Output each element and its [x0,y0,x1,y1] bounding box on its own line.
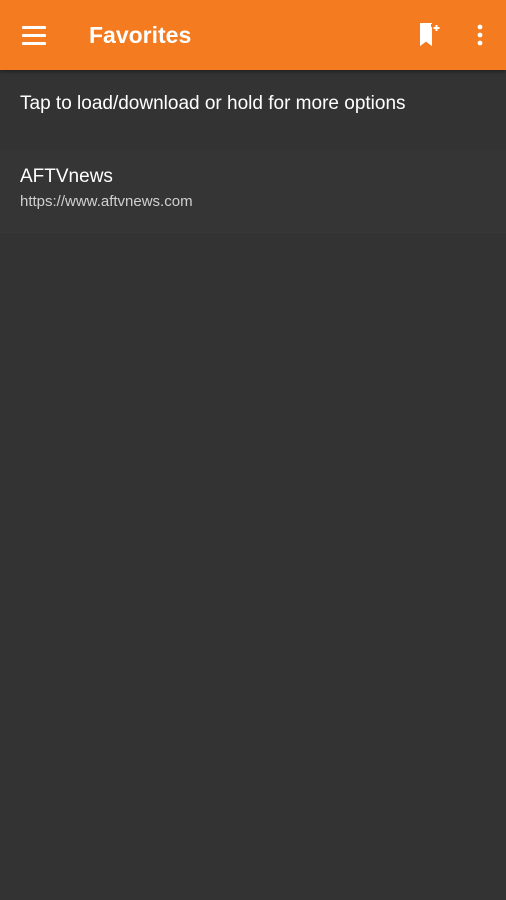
hamburger-menu-icon-line [22,33,46,37]
more-vertical-icon [477,24,483,46]
favorite-list-item[interactable]: AFTVnews https://www.aftvnews.com [0,150,506,233]
favorites-screen: Favorites Tap to load/download or hold f… [0,0,506,900]
hamburger-menu-icon [22,25,46,29]
app-bar: Favorites [0,0,506,70]
instructions-text: Tap to load/download or hold for more op… [20,93,406,114]
menu-button[interactable] [14,16,54,54]
favorite-url: https://www.aftvnews.com [20,193,193,210]
more-options-button[interactable] [464,16,496,54]
hamburger-menu-icon-line [22,41,46,45]
favorite-name: AFTVnews [20,166,113,187]
page-title: Favorites [89,22,192,48]
bookmark-add-icon [420,23,440,46]
add-bookmark-button[interactable] [410,16,448,54]
